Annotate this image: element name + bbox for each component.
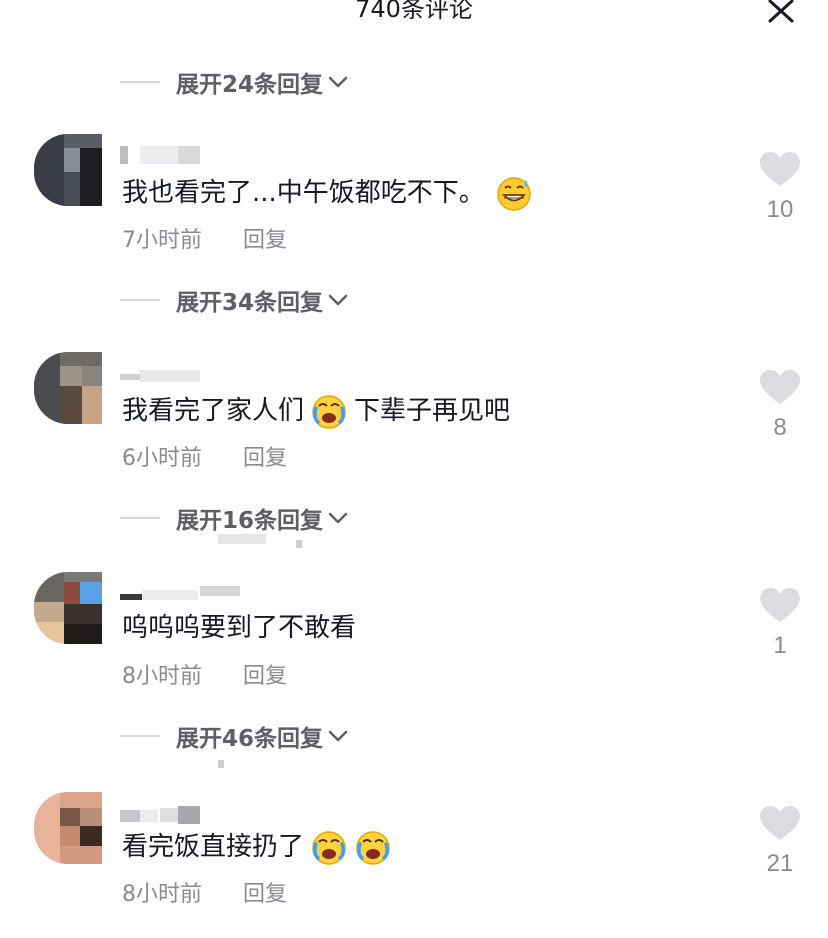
divider-line <box>120 299 160 301</box>
comment-time: 8小时前 <box>122 664 202 689</box>
divider-line <box>120 517 160 519</box>
chevron-down-icon <box>328 294 348 306</box>
like-button[interactable]: 8 <box>754 370 806 442</box>
reply-button[interactable]: 回复 <box>243 882 287 907</box>
comment-time: 6小时前 <box>122 446 202 471</box>
heart-icon <box>760 806 800 840</box>
chevron-down-icon <box>328 76 348 88</box>
redaction-mark <box>296 540 302 548</box>
expand-replies-label: 展开46条回复 <box>176 726 324 752</box>
expand-replies-button[interactable]: 展开34条回复 <box>120 285 349 316</box>
comment-time: 7小时前 <box>122 228 202 253</box>
like-button[interactable]: 1 <box>754 588 806 660</box>
heart-icon <box>760 588 800 622</box>
avatar[interactable] <box>34 572 102 644</box>
reply-button[interactable]: 回复 <box>243 446 287 471</box>
crying-emoji-icon <box>312 395 346 429</box>
like-button[interactable]: 21 <box>754 806 806 878</box>
close-icon <box>768 0 794 23</box>
divider-line <box>120 735 160 737</box>
comment-text: 我也看完了...中午饭都吃不下。 <box>122 174 533 212</box>
expand-replies-button[interactable]: 展开46条回复 <box>120 721 349 752</box>
expand-replies-label: 展开34条回复 <box>176 290 324 316</box>
comment-time: 8小时前 <box>122 882 202 907</box>
chevron-down-icon <box>328 512 348 524</box>
crying-emoji-icon <box>356 831 390 865</box>
expand-replies-button[interactable]: 展开24条回复 <box>120 67 349 98</box>
reply-button[interactable]: 回复 <box>243 228 287 253</box>
divider-line <box>120 81 160 83</box>
avatar[interactable] <box>34 134 102 206</box>
sweat-smile-emoji-icon <box>497 177 531 211</box>
chevron-down-icon <box>328 730 348 742</box>
like-count: 8 <box>773 414 787 441</box>
comment-text: 我看完了家人们 下辈子再见吧 <box>122 392 510 430</box>
avatar[interactable] <box>34 792 102 864</box>
like-button[interactable]: 10 <box>754 152 806 224</box>
heart-icon <box>760 370 800 404</box>
redaction-mark <box>218 534 266 544</box>
comment-meta: 7小时前 回复 <box>122 226 287 256</box>
comments-count-title: 740条评论 <box>355 0 473 23</box>
close-button[interactable] <box>764 0 798 24</box>
expand-replies-label: 展开24条回复 <box>176 72 324 98</box>
expand-replies-button[interactable]: 展开16条回复 <box>120 503 349 534</box>
like-count: 10 <box>766 196 794 223</box>
reply-button[interactable]: 回复 <box>243 664 287 689</box>
crying-emoji-icon <box>312 831 346 865</box>
comment-meta: 6小时前 回复 <box>122 444 287 474</box>
like-count: 1 <box>773 632 787 659</box>
like-count: 21 <box>766 850 794 877</box>
comment-text: 呜呜呜要到了不敢看 <box>122 613 357 643</box>
redaction-mark <box>218 760 224 768</box>
expand-replies-label: 展开16条回复 <box>176 508 324 534</box>
avatar[interactable] <box>34 352 102 424</box>
comment-meta: 8小时前 回复 <box>122 662 287 692</box>
comment-meta: 8小时前 回复 <box>122 880 287 910</box>
heart-icon <box>760 152 800 186</box>
comment-text: 看完饭直接扔了 <box>122 828 392 866</box>
